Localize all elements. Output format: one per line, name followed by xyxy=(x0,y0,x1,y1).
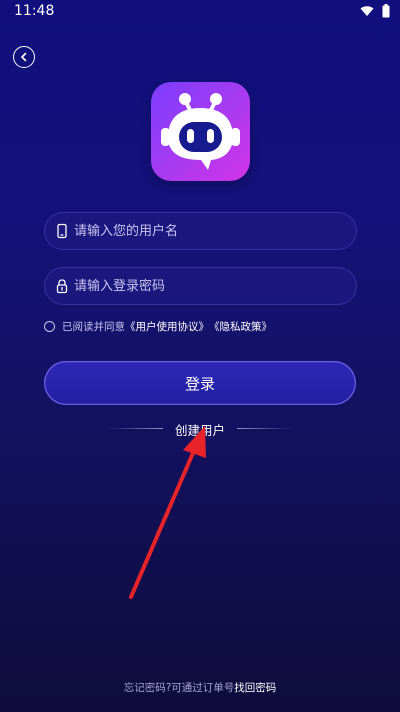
phone-icon xyxy=(57,223,67,239)
create-user-row: 创建用户 xyxy=(100,420,300,438)
agreement-checkbox[interactable] xyxy=(44,320,55,332)
login-button[interactable]: 登录 xyxy=(44,361,356,405)
robot-icon xyxy=(161,93,240,170)
create-user-link[interactable]: 创建用户 xyxy=(170,420,230,439)
user-agreement-link[interactable]: 《用户使用协议》 xyxy=(125,319,209,334)
username-field[interactable] xyxy=(44,212,357,250)
status-bar: 11:48 xyxy=(0,0,400,24)
agreement-row: 已阅读并同意 《用户使用协议》 《隐私政策》 xyxy=(44,318,272,334)
back-button[interactable] xyxy=(13,46,35,68)
footer-row: 忘记密码?可通过订单号找回密码 xyxy=(0,680,400,695)
divider-right xyxy=(237,428,292,429)
password-field[interactable] xyxy=(44,267,357,305)
chevron-left-icon xyxy=(21,52,27,62)
recover-password-link[interactable]: 找回密码 xyxy=(234,682,276,694)
battery-icon xyxy=(382,4,390,18)
agreement-text: 已阅读并同意 xyxy=(62,320,125,333)
wifi-icon xyxy=(360,6,374,16)
password-input[interactable] xyxy=(74,267,344,305)
app-logo xyxy=(151,82,250,181)
username-input[interactable] xyxy=(74,212,344,250)
footer-text: 忘记密码?可通过订单号 xyxy=(123,682,235,694)
lock-icon xyxy=(56,279,68,294)
divider-left xyxy=(108,428,163,429)
status-icons xyxy=(360,4,390,18)
status-time: 11:48 xyxy=(14,3,55,19)
privacy-policy-link[interactable]: 《隐私政策》 xyxy=(209,319,272,334)
